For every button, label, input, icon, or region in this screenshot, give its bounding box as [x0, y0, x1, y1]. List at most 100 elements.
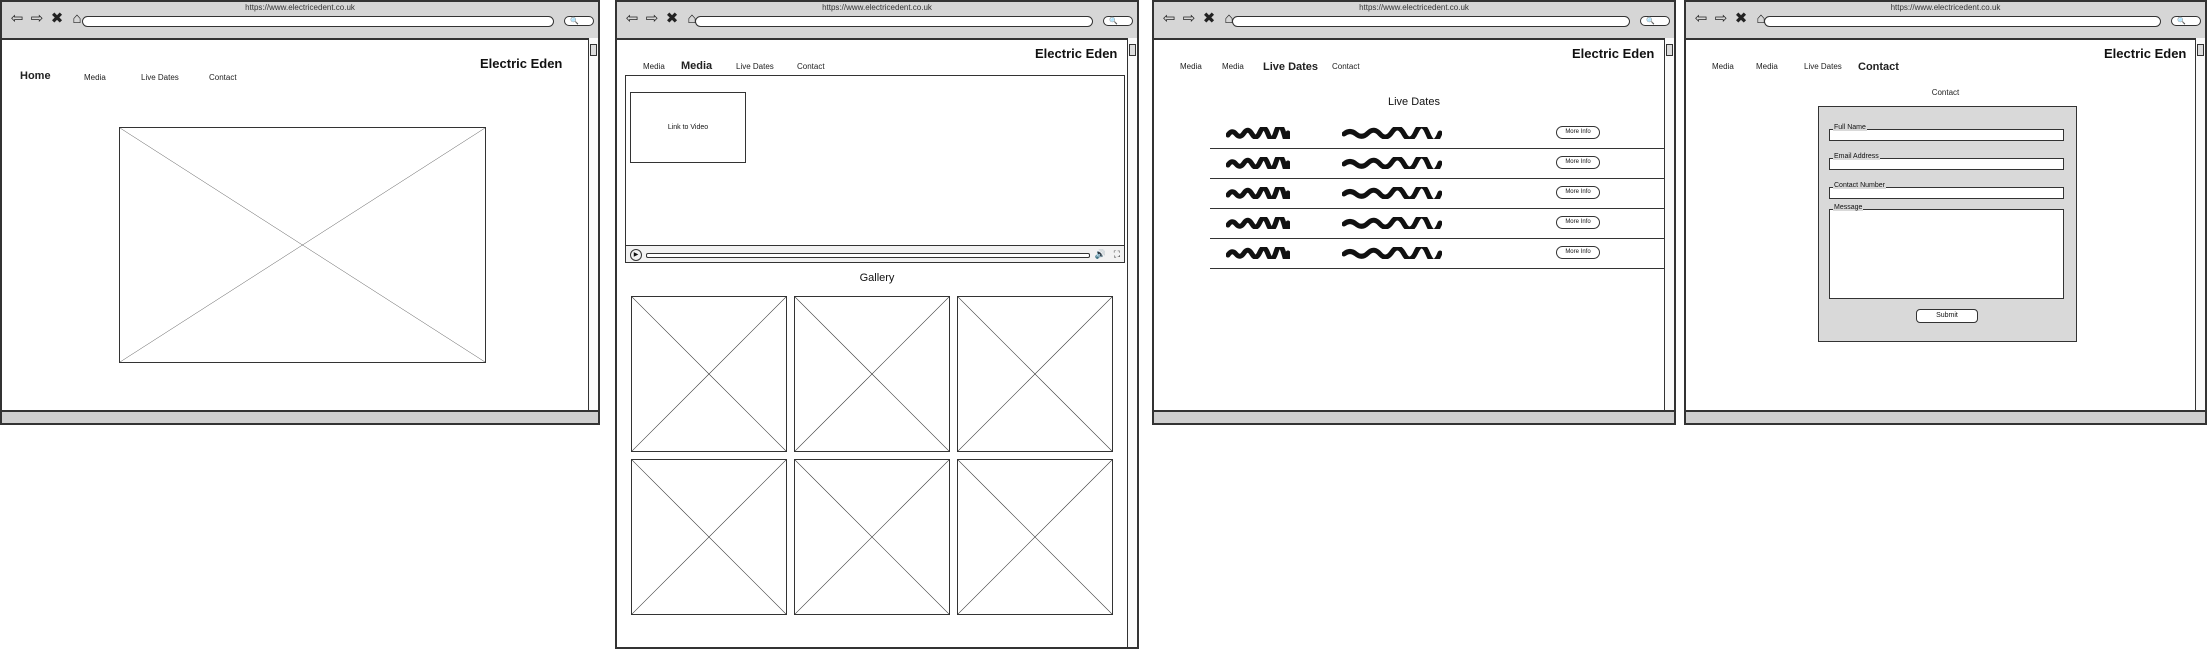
live-date-row: More Info	[1210, 118, 1672, 149]
close-x-icon[interactable]: ✖	[1734, 11, 1748, 26]
status-bar	[1686, 410, 2205, 423]
date-scribble	[1225, 123, 1291, 144]
nav-media[interactable]: Media	[1180, 62, 1202, 71]
search-button[interactable]: 🔍	[1103, 16, 1133, 26]
gallery-image-placeholder[interactable]	[957, 459, 1113, 615]
browser-toolbar: https://www.electricedent.co.uk ⇦ ⇨ ✖ ⌂ …	[617, 2, 1137, 40]
video-player[interactable]: Link to Video ▶ 🔊 ⛶	[625, 75, 1125, 263]
image-placeholder-cross	[632, 460, 786, 614]
gallery-image-placeholder[interactable]	[631, 296, 787, 452]
browser-window-home: https://www.electricedent.co.uk ⇦ ⇨ ✖ ⌂ …	[0, 0, 600, 425]
nav-media[interactable]: Media	[643, 62, 665, 71]
vertical-scrollbar[interactable]	[588, 38, 598, 410]
site-brand: Electric Eden	[1572, 46, 1655, 61]
nav-contact[interactable]: Contact	[1332, 62, 1360, 71]
venue-scribble	[1341, 153, 1443, 174]
more-info-button[interactable]: More Info	[1556, 216, 1600, 229]
phone-label: Contact Number	[1833, 182, 1886, 189]
back-arrow-icon[interactable]: ⇦	[625, 11, 639, 26]
date-scribble	[1225, 213, 1291, 234]
scroll-thumb[interactable]	[2197, 44, 2204, 56]
nav-live-dates[interactable]: Live Dates	[1804, 62, 1842, 71]
more-info-button[interactable]: More Info	[1556, 246, 1600, 259]
browser-nav-icons: ⇦ ⇨ ✖ ⌂	[1694, 11, 1768, 26]
gallery-image-placeholder[interactable]	[957, 296, 1113, 452]
video-progress-bar[interactable]	[646, 253, 1090, 258]
play-icon[interactable]: ▶	[630, 249, 642, 261]
url-text: https://www.electricedent.co.uk	[245, 3, 355, 12]
nav-contact[interactable]: Contact	[209, 73, 237, 82]
close-x-icon[interactable]: ✖	[1202, 11, 1216, 26]
venue-scribble	[1341, 243, 1443, 264]
browser-nav-icons: ⇦ ⇨ ✖ ⌂	[625, 11, 699, 26]
status-bar	[2, 410, 598, 423]
vertical-scrollbar[interactable]	[1127, 38, 1137, 647]
nav-media-2[interactable]: Media	[1756, 62, 1778, 71]
browser-toolbar: https://www.electricedent.co.uk ⇦ ⇨ ✖ ⌂ …	[1686, 2, 2205, 40]
nav-media[interactable]: Media	[84, 73, 106, 82]
date-scribble	[1225, 243, 1291, 264]
more-info-button[interactable]: More Info	[1556, 126, 1600, 139]
nav-media-active[interactable]: Media	[681, 60, 712, 72]
back-arrow-icon[interactable]: ⇦	[10, 11, 24, 26]
address-bar[interactable]	[82, 16, 554, 27]
nav-home[interactable]: Home	[20, 70, 51, 82]
more-info-button[interactable]: More Info	[1556, 186, 1600, 199]
image-placeholder-cross	[795, 460, 949, 614]
forward-arrow-icon[interactable]: ⇨	[645, 11, 659, 26]
vertical-scrollbar[interactable]	[1664, 38, 1674, 410]
site-brand: Electric Eden	[1035, 46, 1118, 61]
nav-live-dates[interactable]: Live Dates	[141, 73, 179, 82]
more-info-button[interactable]: More Info	[1556, 156, 1600, 169]
gallery-image-placeholder[interactable]	[794, 459, 950, 615]
nav-live-dates[interactable]: Live Dates	[736, 62, 774, 71]
image-placeholder-cross	[958, 460, 1112, 614]
forward-arrow-icon[interactable]: ⇨	[1182, 11, 1196, 26]
nav-media-2[interactable]: Media	[1222, 62, 1244, 71]
nav-contact[interactable]: Contact	[797, 62, 825, 71]
browser-window-live-dates: https://www.electricedent.co.uk ⇦ ⇨ ✖ ⌂ …	[1152, 0, 1676, 425]
search-button[interactable]: 🔍	[1640, 16, 1670, 26]
scroll-thumb[interactable]	[1129, 44, 1136, 56]
search-icon: 🔍	[570, 18, 579, 25]
address-bar[interactable]	[1764, 16, 2161, 27]
forward-arrow-icon[interactable]: ⇨	[30, 11, 44, 26]
video-link[interactable]: Link to Video	[630, 92, 746, 163]
search-icon: 🔍	[1109, 18, 1118, 25]
venue-scribble	[1341, 123, 1443, 144]
browser-nav-icons: ⇦ ⇨ ✖ ⌂	[1162, 11, 1236, 26]
back-arrow-icon[interactable]: ⇦	[1162, 11, 1176, 26]
fullscreen-icon[interactable]: ⛶	[1114, 248, 1120, 260]
live-date-row: More Info	[1210, 148, 1672, 179]
venue-scribble	[1341, 183, 1443, 204]
live-date-row: More Info	[1210, 178, 1672, 209]
nav-contact-active[interactable]: Contact	[1858, 61, 1899, 73]
site-brand: Electric Eden	[480, 56, 563, 71]
contact-form: Full Name Email Address Contact Number M…	[1818, 106, 2077, 342]
browser-toolbar: https://www.electricedent.co.uk ⇦ ⇨ ✖ ⌂ …	[2, 2, 598, 40]
gallery-image-placeholder[interactable]	[794, 296, 950, 452]
video-controls: ▶ 🔊 ⛶	[626, 245, 1124, 262]
scroll-thumb[interactable]	[590, 44, 597, 56]
vertical-scrollbar[interactable]	[2195, 38, 2205, 410]
forward-arrow-icon[interactable]: ⇨	[1714, 11, 1728, 26]
close-x-icon[interactable]: ✖	[665, 11, 679, 26]
message-label: Message	[1833, 204, 1864, 211]
scroll-thumb[interactable]	[1666, 44, 1673, 56]
date-scribble	[1225, 183, 1291, 204]
close-x-icon[interactable]: ✖	[50, 11, 64, 26]
nav-live-dates-active[interactable]: Live Dates	[1263, 61, 1318, 73]
address-bar[interactable]	[695, 16, 1093, 27]
search-button[interactable]: 🔍	[2171, 16, 2201, 26]
site-brand: Electric Eden	[2104, 46, 2187, 61]
nav-media[interactable]: Media	[1712, 62, 1734, 71]
address-bar[interactable]	[1232, 16, 1630, 27]
search-button[interactable]: 🔍	[564, 16, 594, 26]
submit-button[interactable]: Submit	[1916, 309, 1978, 323]
gallery-image-placeholder[interactable]	[631, 459, 787, 615]
back-arrow-icon[interactable]: ⇦	[1694, 11, 1708, 26]
venue-scribble	[1341, 213, 1443, 234]
volume-icon[interactable]: 🔊	[1095, 248, 1106, 260]
hero-image-placeholder	[119, 127, 486, 363]
message-field[interactable]	[1829, 209, 2064, 299]
